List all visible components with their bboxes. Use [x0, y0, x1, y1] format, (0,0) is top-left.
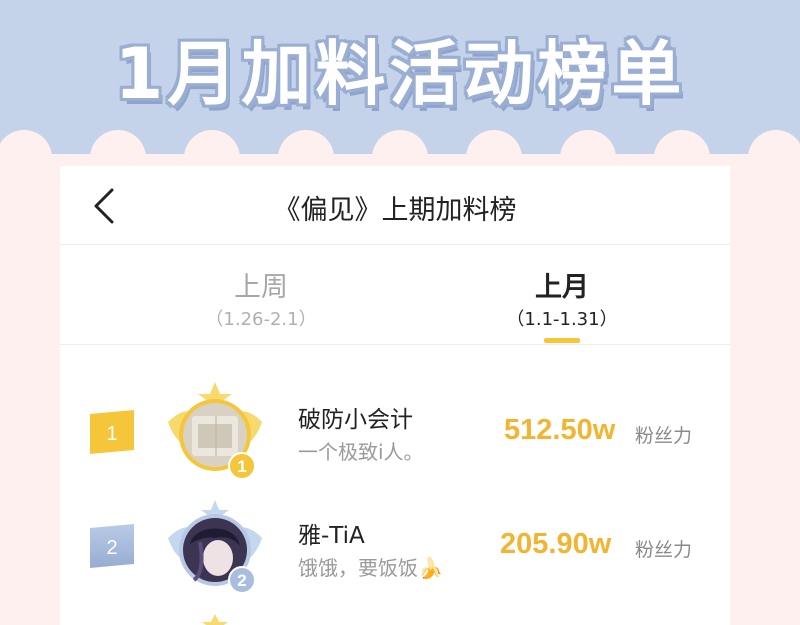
rank-number: 1: [106, 423, 117, 445]
avatar[interactable]: 1: [160, 380, 270, 480]
medal-number: 2: [237, 571, 246, 590]
tabs-divider: [60, 344, 730, 345]
avatar[interactable]: 2: [160, 494, 270, 594]
ranking-row[interactable]: 2 2 雅-TiA 饿饿，要饭饭🍌 205.90w 粉丝力: [60, 498, 730, 598]
tab-label: 上周: [234, 272, 288, 303]
tab-last-month[interactable]: 上月 （1.1-1.31）: [462, 272, 662, 334]
page-title: 《偏见》上期加料榜: [273, 195, 517, 226]
ranking-card: 《偏见》上期加料榜 上周 （1.26-2.1） 上月 （1.1-1.31） 1: [60, 166, 730, 625]
rank-badge: 1: [90, 410, 134, 454]
user-name: 雅-TiA: [298, 523, 365, 549]
banner-title: 1月加料活动榜单: [114, 33, 686, 115]
user-bio: 饿饿，要饭饭🍌: [298, 556, 443, 580]
score-unit: 粉丝力: [635, 425, 693, 447]
user-bio: 一个极致i人。: [298, 440, 424, 464]
star-icon: [202, 614, 228, 625]
header-divider: [60, 244, 730, 245]
medal-number: 1: [237, 457, 246, 476]
tab-range: （1.26-2.1）: [205, 309, 317, 330]
tab-last-week[interactable]: 上周 （1.26-2.1）: [161, 272, 361, 334]
active-tab-indicator: [544, 338, 580, 343]
rank-badge: 2: [90, 524, 134, 568]
user-name: 破防小会计: [298, 407, 413, 433]
score-value: 512.50w: [504, 414, 616, 446]
score-value: 205.90w: [500, 528, 612, 560]
score-unit: 粉丝力: [635, 539, 693, 561]
rank-number: 2: [106, 537, 117, 559]
tab-range: （1.1-1.31）: [506, 309, 618, 330]
tab-label: 上月: [535, 272, 589, 303]
ranking-row[interactable]: 1 1 破防小会计 一个极致i人。 512.50w 粉丝力: [60, 380, 730, 480]
